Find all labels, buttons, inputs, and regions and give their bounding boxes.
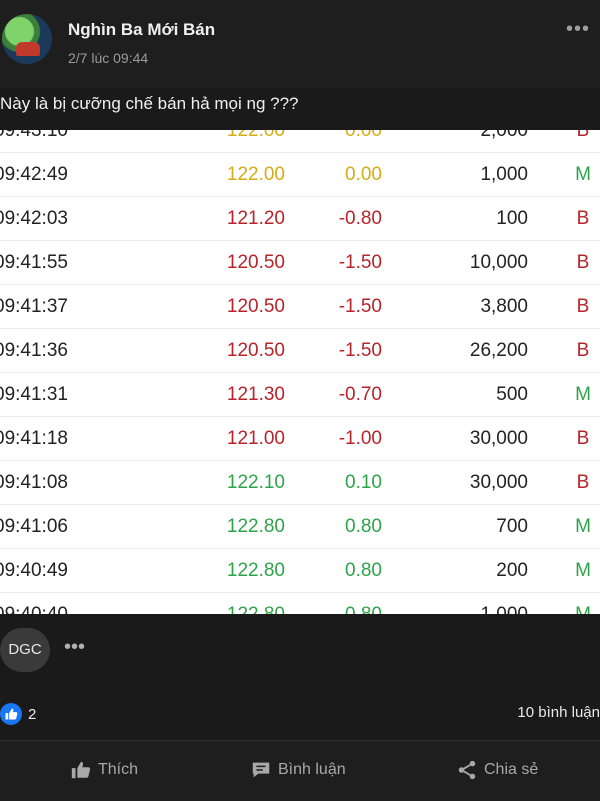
trade-price: 122.80 [226,560,285,581]
trade-row: 09:41:18 121.00 -1.00 30,000 B [0,416,600,461]
trade-change: -0.80 [338,208,382,229]
trade-volume: 1,000 [480,604,528,614]
comment-count[interactable]: 10 bình luận [517,704,600,721]
trade-volume: 10,000 [469,252,528,273]
trade-volume: 3,800 [480,296,528,317]
share-icon [458,760,476,780]
trade-volume: 30,000 [469,472,528,493]
trade-side: B [576,252,590,273]
trade-time: 09:40:40 [0,604,68,614]
trade-side: B [576,296,590,317]
trade-time: 09:41:06 [0,516,68,537]
trade-time: 09:41:18 [0,428,68,449]
trade-change: 0.80 [345,604,382,614]
trade-row: 09:40:40 122.80 0.80 1,000 M [0,592,600,614]
trade-time: 09:40:49 [0,560,68,581]
trade-price: 122.80 [227,604,285,614]
trade-volume: 100 [496,208,528,229]
avatar[interactable] [2,14,52,64]
trade-change: 0.80 [345,560,382,581]
trade-change: -0.70 [338,384,382,405]
thumbs-up-icon [0,703,22,725]
trade-side: B [576,130,590,141]
trade-side: M [575,384,591,405]
trade-row: 09:41:55 120.50 -1.50 10,000 B [0,240,600,285]
trade-time: 09:41:55 [0,252,68,273]
trade-side: B [576,340,590,361]
trade-price: 121.30 [226,384,285,405]
trade-time: 09:41:31 [0,384,68,405]
like-button[interactable]: Thích [70,759,138,781]
thumbs-up-outline-icon [71,761,91,779]
like-count: 2 [28,705,37,723]
trade-row: 09:41:31 121.30 -0.70 500 M [0,372,600,417]
trade-time: 09:41:36 [0,340,68,361]
trade-change: 0.00 [345,130,382,141]
trade-row: 09:41:37 120.50 -1.50 3,800 B [0,284,600,329]
trade-price: 122.00 [226,130,285,141]
trade-row: 09:41:36 120.50 -1.50 26,200 B [0,328,600,373]
trade-row: 09:40:49 122.80 0.80 200 M [0,548,600,593]
trade-row: 09:41:06 122.80 0.80 700 M [0,504,600,549]
trade-row: 09:43:10 122.00 0.00 2,000 B [0,130,600,153]
reaction-summary[interactable]: 2 [0,702,36,726]
trade-change: -1.00 [338,428,382,449]
trade-time: 09:41:08 [0,472,68,493]
trade-price: 122.00 [226,164,285,185]
trade-change: 0.80 [345,516,382,537]
post-text: Này là bị cưỡng chế bán hả mọi ng ??? [0,94,299,113]
trade-time: 09:43:10 [0,130,68,141]
share-button[interactable]: Chia sẻ [456,759,538,781]
trade-volume: 200 [496,560,528,581]
more-options-icon[interactable]: ••• [566,18,590,41]
like-button-label: Thích [98,761,139,778]
trade-price: 122.80 [226,516,285,537]
trade-price: 120.50 [226,296,285,317]
trade-history-image[interactable]: 09:43:10 122.00 0.00 2,000 B 09:42:49 122.00 0.… [0,130,600,614]
trade-side: M [575,164,591,185]
trade-time: 09:41:37 [0,296,68,317]
trade-price: 120.50 [226,340,285,361]
trade-price: 120.50 [226,252,285,273]
ticker-tag[interactable]: DGC [0,628,50,672]
trade-side: M [573,604,593,614]
share-button-label: Chia sẻ [484,761,539,778]
trade-change: -1.50 [338,252,382,273]
comment-button-label: Bình luận [278,761,346,778]
trade-price: 121.20 [226,208,285,229]
trade-volume: 700 [496,516,528,537]
trade-side: B [576,208,590,229]
trade-row: 09:42:03 121.20 -0.80 100 B [0,196,600,241]
trade-time: 09:42:03 [0,208,68,229]
trade-volume: 30,000 [469,428,528,449]
trade-volume: 26,200 [469,340,528,361]
trade-change: 0.10 [345,472,382,493]
trade-change: 0.00 [345,164,382,185]
trade-side: M [575,560,591,581]
trade-side: B [576,428,590,449]
trade-price: 122.10 [226,472,285,493]
author-name[interactable]: Nghìn Ba Mới Bán [68,20,215,40]
trade-time: 09:42:49 [0,164,68,185]
action-bar: Thích Bình luận Chia sẻ [0,740,600,801]
comment-icon [252,762,270,778]
more-tags-icon[interactable]: ••• [64,636,85,659]
trade-change: -1.50 [338,296,382,317]
trade-side: B [576,472,590,493]
trade-volume: 2,000 [480,130,528,141]
post-timestamp[interactable]: 2/7 lúc 09:44 [68,50,148,66]
trade-volume: 500 [496,384,528,405]
comment-button[interactable]: Bình luận [250,759,346,781]
trade-change: -1.50 [338,340,382,361]
trade-row: 09:41:08 122.10 0.10 30,000 B [0,460,600,505]
trade-row: 09:42:49 122.00 0.00 1,000 M [0,152,600,197]
post-header: Nghìn Ba Mới Bán 2/7 lúc 09:44 ••• [0,0,600,88]
trade-volume: 1,000 [480,164,528,185]
trade-side: M [575,516,591,537]
trade-price: 121.00 [226,428,285,449]
